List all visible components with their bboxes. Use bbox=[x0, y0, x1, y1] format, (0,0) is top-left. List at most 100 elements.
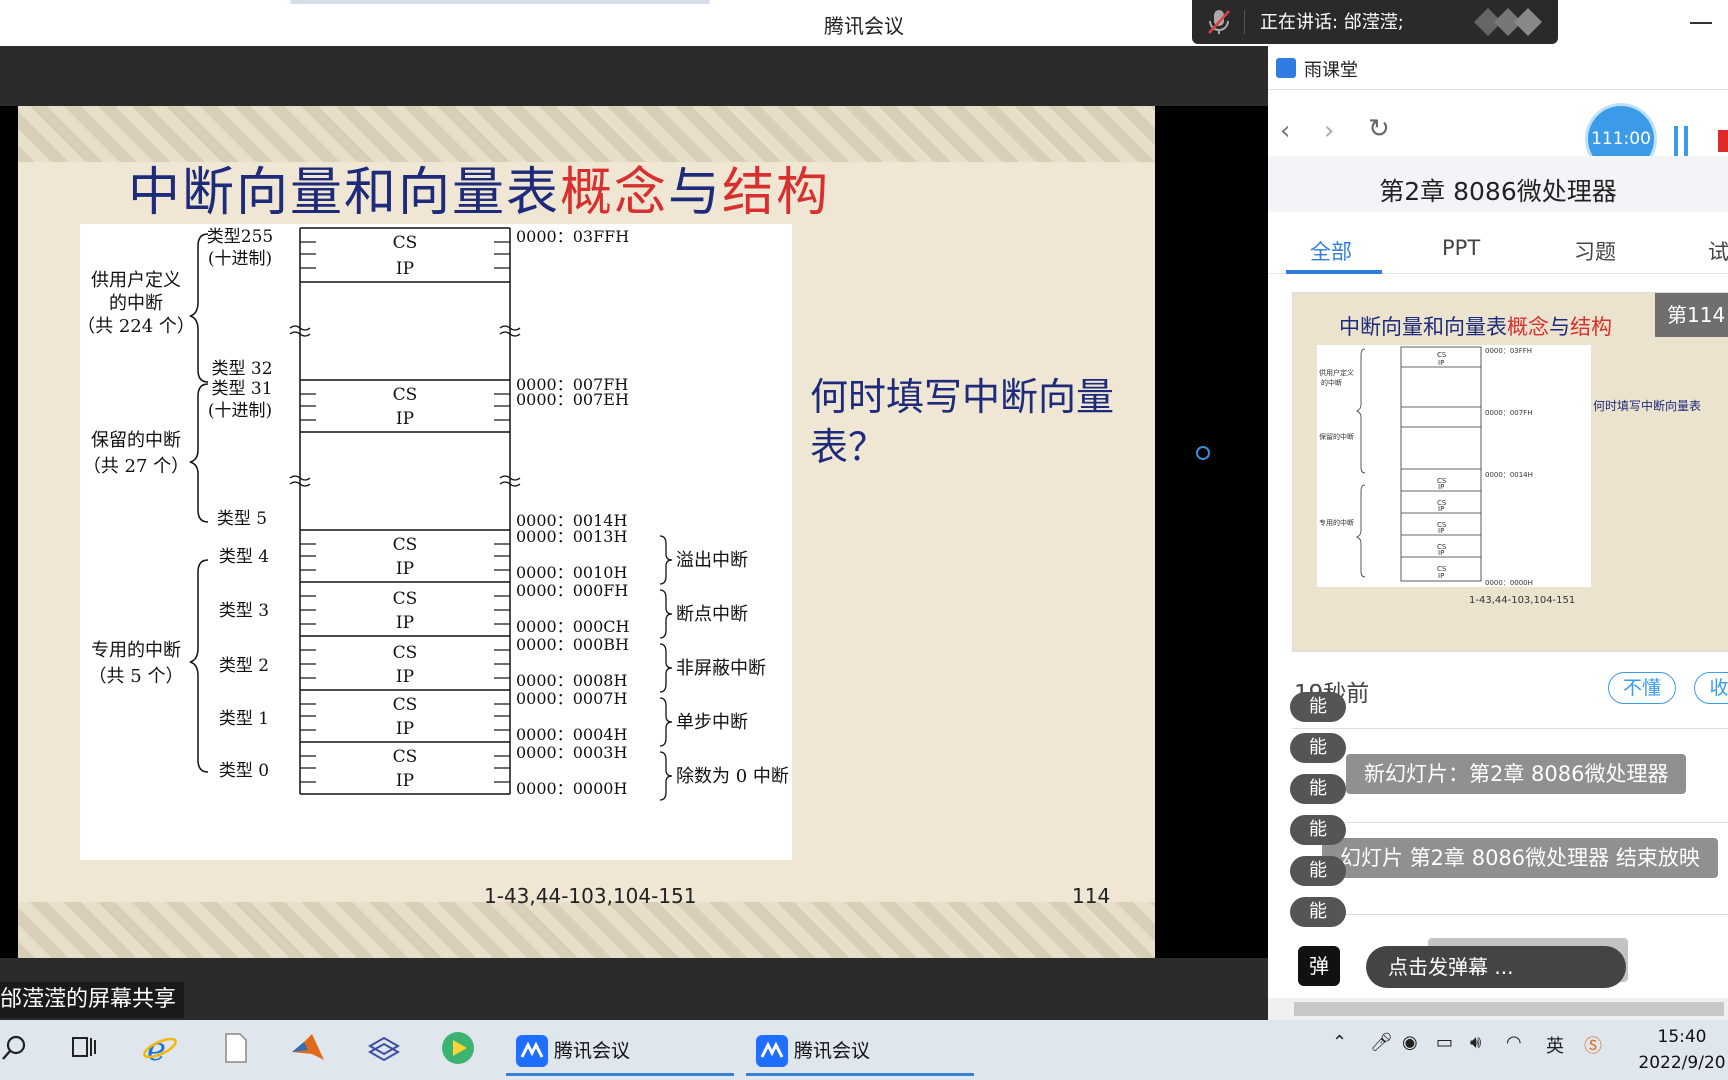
feed-msg-end-show: 幻灯片 第2章 8086微处理器 结束放映 bbox=[1322, 838, 1718, 878]
thumb-title-red2: 结构 bbox=[1570, 315, 1612, 339]
thumb-footer: 1-43,44-103,104-151 bbox=[1469, 595, 1576, 606]
horizontal-scrollbar[interactable] bbox=[1268, 998, 1728, 1020]
type-32-label: 类型 32 bbox=[211, 359, 272, 379]
tencent-meeting-icon bbox=[516, 1035, 548, 1067]
app-logo-icon bbox=[1276, 58, 1296, 78]
cell-ip-1: IP bbox=[396, 719, 414, 739]
taskbar-app-tencent-meeting-1[interactable]: 腾讯会议 bbox=[506, 1026, 734, 1076]
video-player-icon[interactable] bbox=[440, 1030, 476, 1066]
tray-battery-icon[interactable]: ▭ bbox=[1436, 1032, 1453, 1053]
thumb-title-red1: 概念 bbox=[1507, 315, 1549, 339]
slide-thumbnail[interactable]: 中断向量和向量表概念与结构 供用户定义 的中断 保留的中断 专用的中断 0000：… bbox=[1292, 292, 1728, 652]
shared-slide: 中断向量和向量表概念与结构 供用户定义 的中断 （共 224 个） 保留的中断 … bbox=[18, 106, 1155, 958]
svg-text:0000：03FFH: 0000：03FFH bbox=[1485, 347, 1532, 355]
tab-active-underline bbox=[1286, 270, 1382, 274]
tab-exercises[interactable]: 习题 bbox=[1574, 236, 1616, 266]
group-user-line1: 供用户定义 bbox=[91, 270, 181, 291]
tray-ime-indicator[interactable]: 英 bbox=[1546, 1032, 1564, 1058]
thumb-title-part2: 与 bbox=[1549, 315, 1570, 339]
feed-msg-new-slide: 新幻灯片：第2章 8086微处理器 bbox=[1346, 754, 1687, 794]
danmu-bubble: 能 bbox=[1290, 815, 1346, 845]
tab-all[interactable]: 全部 bbox=[1310, 236, 1352, 266]
thumb-title-part1: 中断向量和向量表 bbox=[1339, 315, 1507, 339]
tray-mic-icon[interactable]: 🎤︎ bbox=[1370, 1032, 1393, 1053]
type-5-label: 类型 5 bbox=[217, 509, 267, 529]
svg-text:IP: IP bbox=[1438, 505, 1444, 513]
thumb-title: 中断向量和向量表概念与结构 bbox=[1339, 311, 1612, 341]
interrupt-overflow: 溢出中断 bbox=[676, 550, 748, 571]
svg-text:0000：007FH: 0000：007FH bbox=[1485, 409, 1532, 417]
type-31-decimal: (十进制) bbox=[208, 401, 272, 421]
pause-icon[interactable] bbox=[1674, 126, 1688, 156]
matlab-icon[interactable] bbox=[290, 1030, 326, 1066]
danmu-toggle-button[interactable]: 弹 bbox=[1298, 946, 1340, 986]
tray-sogou-icon[interactable]: Ⓢ bbox=[1584, 1032, 1602, 1058]
stop-icon[interactable] bbox=[1718, 130, 1728, 152]
speaker-avatars-icon bbox=[1474, 8, 1542, 36]
feed-divider-2 bbox=[1292, 822, 1728, 823]
type-4-label: 类型 4 bbox=[219, 547, 269, 567]
refresh-icon[interactable]: ↻ bbox=[1368, 114, 1390, 144]
clock-date: 2022/9/20 bbox=[1638, 1053, 1726, 1073]
addr-0010: 0000：0010H bbox=[516, 563, 627, 582]
slide-title-red1: 概念 bbox=[560, 163, 669, 223]
unclear-button[interactable]: 不懂 bbox=[1608, 672, 1676, 704]
ie-browser-icon[interactable]: e bbox=[142, 1030, 178, 1066]
taskbar-app-label: 腾讯会议 bbox=[554, 1040, 631, 1062]
interrupt-nmi: 非屏蔽中断 bbox=[676, 658, 766, 679]
tray-wifi-icon[interactable]: ◠ bbox=[1506, 1032, 1522, 1053]
danmu-bubble: 能 bbox=[1290, 692, 1346, 722]
svg-text:IP: IP bbox=[1438, 549, 1444, 557]
cell-cs-4: CS bbox=[393, 535, 418, 555]
scrollbar-thumb[interactable] bbox=[1294, 1002, 1724, 1016]
back-icon[interactable]: ‹ bbox=[1280, 116, 1290, 146]
rain-classroom-panel: 雨课堂 ‹ › ↻ 111:00 第2章 8086微处理器 全部 PPT 习题 … bbox=[1268, 46, 1728, 1020]
svg-text:0000：0000H: 0000：0000H bbox=[1485, 579, 1533, 587]
tencent-meeting-icon bbox=[756, 1035, 788, 1067]
screen-share-label: 邰滢滢的屏幕共享 bbox=[0, 982, 185, 1018]
svg-text:0000：0014H: 0000：0014H bbox=[1485, 471, 1533, 479]
collect-button[interactable]: 收 bbox=[1694, 672, 1728, 704]
tray-volume-icon[interactable]: 🔊︎ bbox=[1470, 1032, 1481, 1053]
thumb-page-badge: 第114 bbox=[1655, 293, 1728, 337]
addr-03ff: 0000：03FFH bbox=[516, 227, 629, 246]
taskbar-clock[interactable]: 15:40 2022/9/20 bbox=[1636, 1024, 1728, 1076]
cell-cs-3: CS bbox=[393, 589, 418, 609]
type-0-label: 类型 0 bbox=[219, 761, 269, 781]
cell-cs-2: CS bbox=[393, 643, 418, 663]
addr-0003: 0000：0003H bbox=[516, 743, 627, 762]
tray-chevron-icon[interactable]: ⌃ bbox=[1332, 1032, 1347, 1053]
addr-007e: 0000：007EH bbox=[516, 390, 629, 409]
forward-icon[interactable]: › bbox=[1324, 116, 1334, 146]
cell-ip-0: IP bbox=[396, 771, 414, 791]
interrupt-step: 单步中断 bbox=[676, 712, 748, 733]
slide-title-part2: 与 bbox=[668, 163, 723, 223]
type-255-label: 类型255 bbox=[207, 227, 273, 247]
file-icon[interactable] bbox=[218, 1030, 254, 1066]
tab-ppt[interactable]: PPT bbox=[1442, 236, 1480, 260]
feed-divider-3 bbox=[1292, 914, 1728, 915]
tab-test[interactable]: 试 bbox=[1708, 236, 1728, 266]
task-view-icon[interactable] bbox=[66, 1030, 102, 1066]
tray-qq-icon[interactable]: ◉ bbox=[1402, 1032, 1418, 1053]
network-app-icon[interactable] bbox=[366, 1030, 402, 1066]
cell-ip-255: IP bbox=[396, 259, 414, 279]
slide-title-part1: 中断向量和向量表 bbox=[128, 163, 561, 223]
svg-text:供用户定义: 供用户定义 bbox=[1319, 368, 1354, 377]
search-icon[interactable] bbox=[0, 1030, 36, 1066]
type-1-label: 类型 1 bbox=[219, 709, 269, 729]
thumb-question: 何时填写中断向量表 bbox=[1593, 399, 1702, 413]
chapter-title: 第2章 8086微处理器 bbox=[1379, 177, 1617, 206]
loading-cursor-icon bbox=[1196, 446, 1210, 460]
danmu-bubble: 能 bbox=[1290, 897, 1346, 927]
slide-footer: 1-43,44-103,104-151 bbox=[484, 884, 697, 908]
svg-text:的中断: 的中断 bbox=[1321, 378, 1342, 387]
slide-title: 中断向量和向量表概念与结构 bbox=[128, 150, 830, 225]
addr-000f: 0000：000FH bbox=[516, 581, 628, 600]
minimize-icon[interactable] bbox=[1690, 22, 1712, 24]
type-3-label: 类型 3 bbox=[219, 601, 269, 621]
send-danmu-input[interactable]: 点击发弹幕 ... bbox=[1366, 946, 1626, 988]
svg-text:保留的中断: 保留的中断 bbox=[1319, 432, 1354, 441]
thumb-diagram: 供用户定义的中断 保留的中断 专用的中断 0000：03FFH 0000：007… bbox=[1317, 345, 1591, 587]
taskbar-app-tencent-meeting-2[interactable]: 腾讯会议 bbox=[746, 1026, 974, 1076]
